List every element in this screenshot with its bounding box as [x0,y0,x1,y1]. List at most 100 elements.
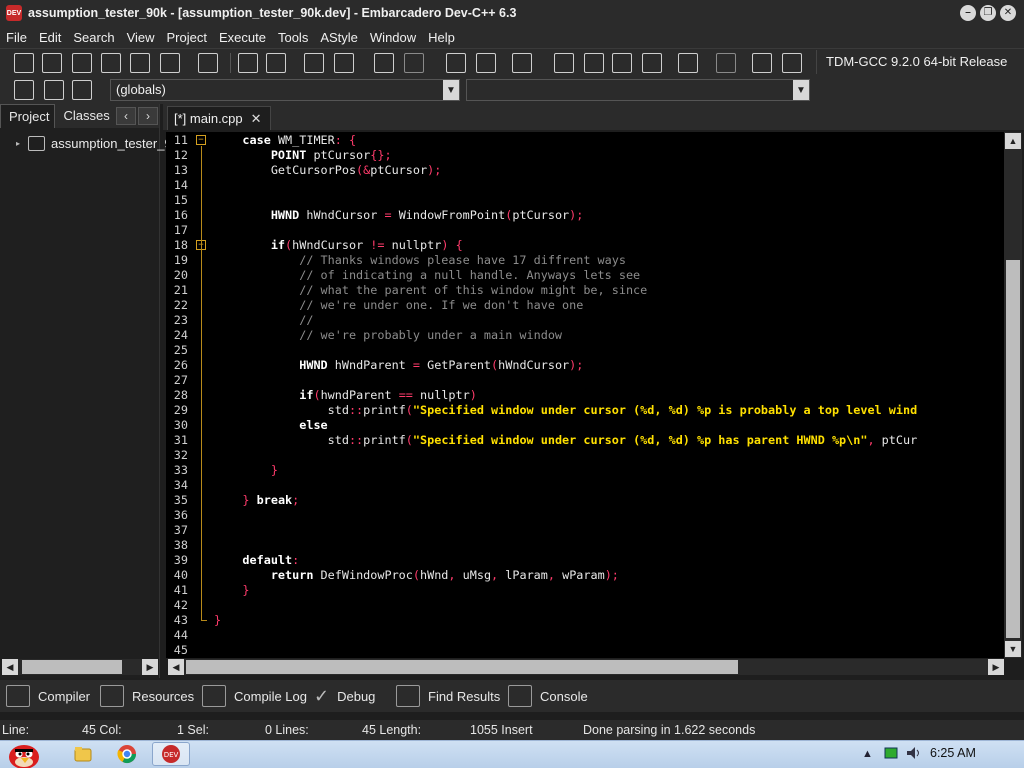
menu-view[interactable]: View [121,30,161,45]
tab-debug[interactable]: ✓ Debug [314,680,375,712]
close-button[interactable]: ✕ [1000,5,1016,21]
code-line[interactable]: 38 [166,538,1004,553]
scroll-thumb[interactable] [1006,260,1020,638]
menu-search[interactable]: Search [67,30,120,45]
chevron-down-icon[interactable]: ▼ [443,80,459,100]
menu-project[interactable]: Project [161,30,213,45]
code-line[interactable]: 23 // [166,313,1004,328]
code-line[interactable]: 45 [166,643,1004,658]
scroll-left-icon[interactable]: ◀ [168,659,184,675]
save-all-icon[interactable] [101,53,121,73]
code-line[interactable]: 13 GetCursorPos(&ptCursor); [166,163,1004,178]
scroll-up-icon[interactable]: ▲ [1005,133,1021,149]
code-line[interactable]: 37 [166,523,1004,538]
code-line[interactable]: 22 // we're under one. If we don't have … [166,298,1004,313]
code-line[interactable]: 35 } break; [166,493,1004,508]
code-line[interactable]: 33 } [166,463,1004,478]
file-explorer-taskbar-button[interactable] [64,742,102,766]
close-tab-icon[interactable]: ✕ [251,111,262,130]
code-line[interactable]: 19 // Thanks windows please have 17 diff… [166,253,1004,268]
open-folder-icon[interactable] [42,53,62,73]
tree-expand-icon[interactable]: ▸ [16,139,26,148]
close-file-icon[interactable] [130,53,150,73]
code-line[interactable]: 43} [166,613,1004,628]
code-line[interactable]: 41 } [166,583,1004,598]
code-line[interactable]: 26 HWND hWndParent = GetParent(hWndCurso… [166,358,1004,373]
taskbar-clock[interactable]: 6:25 AM [930,746,976,760]
code-line[interactable]: 14 [166,178,1004,193]
code-line[interactable]: 28 if(hwndParent == nullptr) [166,388,1004,403]
chevron-left-icon[interactable]: ‹ [116,107,136,125]
code-line[interactable]: 18− if(hWndCursor != nullptr) { [166,238,1004,253]
add-to-project-icon[interactable] [476,53,496,73]
chevron-down-icon[interactable]: ▼ [793,80,809,100]
tab-compile-log[interactable]: Compile Log [202,680,307,712]
battery-icon[interactable] [884,746,898,763]
replace-icon[interactable] [266,53,286,73]
code-line[interactable]: 20 // of indicating a null handle. Anywa… [166,268,1004,283]
devcpp-app-icon[interactable]: DEV [6,5,22,21]
code-line[interactable]: 36 [166,508,1004,523]
scroll-thumb[interactable] [22,660,122,674]
code-line[interactable]: 40 return DefWindowProc(hWnd, uMsg, lPar… [166,568,1004,583]
code-line[interactable]: 24 // we're probably under a main window [166,328,1004,343]
chevron-right-icon[interactable]: › [138,107,158,125]
volume-icon[interactable] [906,746,922,763]
menu-window[interactable]: Window [364,30,422,45]
syntax-check-icon[interactable] [678,53,698,73]
tab-main-cpp[interactable]: [*] main.cpp ✕ [167,106,271,130]
tab-classes[interactable]: Classes [55,104,114,128]
new-file-icon[interactable] [14,53,34,73]
menu-astyle[interactable]: AStyle [314,30,364,45]
menu-edit[interactable]: Edit [33,30,67,45]
bookmark-icon[interactable] [44,80,64,100]
devcpp-taskbar-button[interactable]: DEV [152,742,190,766]
editor-vscrollbar[interactable]: ▲ ▼ [1004,132,1022,658]
start-button[interactable] [2,741,48,768]
unindent-icon[interactable] [334,53,354,73]
scroll-right-icon[interactable]: ▶ [988,659,1004,675]
chrome-taskbar-button[interactable] [108,742,146,766]
compiler-select[interactable]: TDM-GCC 9.2.0 64-bit Release [816,50,1022,74]
code-line[interactable]: 32 [166,448,1004,463]
tab-resources[interactable]: Resources [100,680,194,712]
code-line[interactable]: 42 [166,598,1004,613]
scroll-thumb[interactable] [186,660,738,674]
editor-hscrollbar[interactable]: ◀ ▶ [168,659,1004,675]
scroll-left-icon[interactable]: ◀ [2,659,18,675]
goto-line-icon[interactable] [14,80,34,100]
compile-run-icon[interactable] [612,53,632,73]
project-panel-hscrollbar[interactable]: ◀ ▶ [2,659,158,675]
indent-icon[interactable] [304,53,324,73]
tab-console[interactable]: Console [508,680,588,712]
delete-profiling-icon[interactable] [782,53,802,73]
code-line[interactable]: 11− case WM_TIMER: { [166,133,1004,148]
code-line[interactable]: 16 HWND hWndCursor = WindowFromPoint(ptC… [166,208,1004,223]
stop-execution-icon[interactable] [716,53,736,73]
code-line[interactable]: 29 std::printf("Specified window under c… [166,403,1004,418]
project-tree-item[interactable]: ▸ assumption_tester_90k [16,136,185,151]
code-line[interactable]: 12 POINT ptCursor{}; [166,148,1004,163]
minimize-button[interactable]: – [960,5,976,21]
code-line[interactable]: 30 else [166,418,1004,433]
compile-icon[interactable] [554,53,574,73]
restore-button[interactable]: ❐ [980,5,996,21]
code-line[interactable]: 44 [166,628,1004,643]
menu-tools[interactable]: Tools [272,30,314,45]
code-line[interactable]: 15 [166,193,1004,208]
goto-bookmark-icon[interactable] [72,80,92,100]
undo-icon[interactable] [374,53,394,73]
find-icon[interactable] [238,53,258,73]
save-icon[interactable] [72,53,92,73]
scroll-down-icon[interactable]: ▼ [1005,641,1021,657]
redo-icon[interactable] [404,53,424,73]
member-combo[interactable]: ▼ [466,79,810,101]
code-line[interactable]: 27 [166,373,1004,388]
print-icon[interactable] [198,53,218,73]
close-all-icon[interactable] [160,53,180,73]
tab-compiler[interactable]: Compiler [6,680,90,712]
menu-execute[interactable]: Execute [213,30,272,45]
code-line[interactable]: 34 [166,478,1004,493]
menu-file[interactable]: File [0,30,33,45]
code-line[interactable]: 17 [166,223,1004,238]
